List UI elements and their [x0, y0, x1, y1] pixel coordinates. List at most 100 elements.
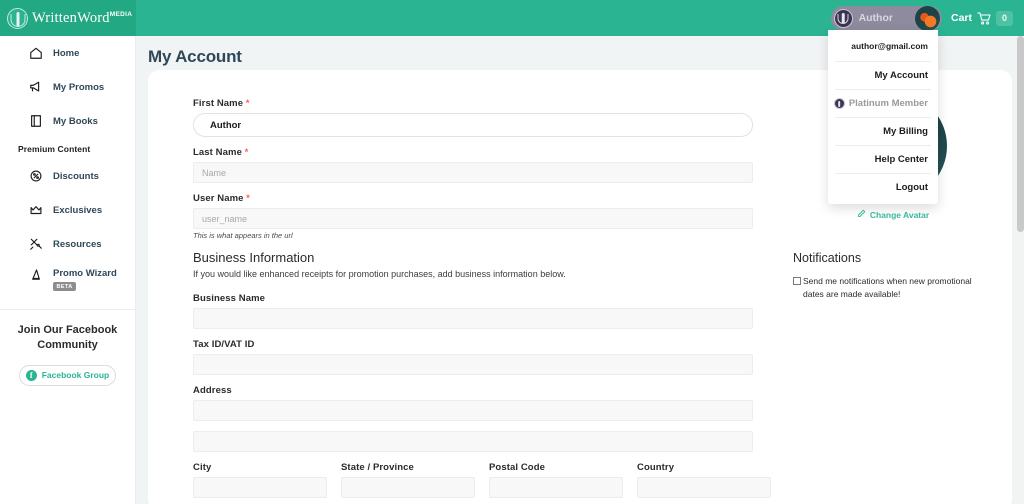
book-icon [29, 114, 43, 128]
state-label: State / Province [341, 462, 414, 473]
first-name-field: First Name * Author [193, 98, 753, 137]
divider [835, 173, 931, 174]
facebook-icon: f [25, 369, 37, 381]
user-dropdown-menu: author@gmail.com My Account Platinum Mem… [828, 30, 938, 204]
user-name-field: User Name * user_name This is what appea… [193, 193, 753, 240]
sidebar-section-premium-content: Premium Content [18, 144, 91, 154]
city-label: City [193, 462, 212, 473]
notifications-option[interactable]: Send me notifications when new promotion… [793, 275, 993, 301]
member-badge-icon [833, 98, 845, 109]
sidebar-item-home[interactable]: Home [0, 36, 135, 70]
last-name-label: Last Name * [193, 147, 249, 158]
sidebar-item-my-promos[interactable]: My Promos [0, 70, 135, 104]
shopping-cart-icon [977, 11, 991, 25]
cart-count-badge: 0 [996, 10, 1013, 26]
tax-id-label: Tax ID/VAT ID [193, 339, 255, 350]
dropdown-platinum-label: Platinum Member [848, 98, 928, 109]
app-root: WrittenWordMEDIA Author Cart 0 author@gm… [0, 0, 1024, 504]
dropdown-item-my-billing[interactable]: My Billing [828, 121, 938, 142]
wizard-hat-icon [29, 268, 43, 282]
country-label: Country [637, 462, 675, 473]
sidebar-item-label: Discounts [53, 170, 99, 182]
divider [835, 117, 931, 118]
first-name-input[interactable]: Author [193, 113, 753, 137]
address-field: Address [193, 385, 753, 452]
state-input[interactable] [341, 477, 475, 498]
scrollbar-thumb[interactable] [1017, 36, 1024, 232]
dropdown-item-platinum-member: Platinum Member [828, 93, 938, 114]
page-scrollbar[interactable] [1017, 36, 1024, 504]
sidebar-item-resources[interactable]: Resources [0, 227, 135, 261]
change-avatar-button[interactable]: Change Avatar [793, 209, 993, 220]
last-name-field: Last Name * Name [193, 147, 753, 183]
required-marker: * [245, 98, 250, 108]
country-field: Country [637, 462, 771, 498]
user-name-label: Author [858, 12, 893, 24]
tax-id-input[interactable] [193, 354, 753, 375]
user-name-label: User Name * [193, 193, 250, 204]
sidebar-item-exclusives[interactable]: Exclusives [0, 193, 135, 227]
megaphone-icon [29, 80, 43, 94]
address-row: City State / Province Postal Code Countr… [193, 462, 771, 498]
sidebar-item-label: My Books [53, 115, 98, 127]
country-input[interactable] [637, 477, 771, 498]
home-icon [29, 46, 43, 60]
sidebar-item-discounts[interactable]: Discounts [0, 159, 135, 193]
account-form: First Name * Author Last Name * Name Use… [193, 98, 771, 504]
quill-emblem-icon [7, 7, 28, 29]
facebook-group-label: Facebook Group [41, 370, 110, 381]
notifications-checkbox[interactable] [793, 277, 801, 285]
divider [835, 61, 931, 62]
required-marker: * [244, 147, 249, 157]
divider [835, 89, 931, 90]
sidebar-item-label: Resources [53, 238, 102, 250]
user-name-hint: This is what appears in the url [193, 231, 293, 240]
sidebar-item-promo-wizard[interactable]: Promo Wizard BETA [0, 261, 135, 301]
business-information-title: Business Information [193, 250, 315, 265]
business-name-field: Business Name [193, 293, 753, 329]
tools-icon [29, 237, 43, 251]
user-name-input[interactable]: user_name [193, 208, 753, 229]
sidebar: Home My Promos My Books Premium Content … [0, 36, 136, 504]
brand-logo[interactable]: WrittenWordMEDIA [0, 0, 136, 36]
brand-sup: MEDIA [109, 10, 133, 18]
dropdown-email: author@gmail.com [851, 41, 928, 51]
sidebar-item-label: My Promos [53, 81, 105, 93]
postal-code-input[interactable] [489, 477, 623, 498]
sidebar-item-label: Exclusives [53, 204, 103, 216]
pencil-icon [857, 209, 866, 220]
address-line1-input[interactable] [193, 400, 753, 421]
business-information-desc: If you would like enhanced receipts for … [193, 269, 566, 279]
discount-tag-icon [29, 169, 43, 183]
city-input[interactable] [193, 477, 327, 498]
city-field: City [193, 462, 327, 498]
business-name-input[interactable] [193, 308, 753, 329]
required-marker: * [246, 193, 250, 203]
address-label: Address [193, 385, 232, 396]
last-name-input[interactable]: Name [193, 162, 753, 183]
user-menu-trigger[interactable]: Author [830, 5, 942, 31]
dropdown-item-help-center[interactable]: Help Center [828, 149, 938, 170]
dropdown-item-logout[interactable]: Logout [828, 177, 938, 198]
facebook-group-button[interactable]: f Facebook Group [19, 364, 116, 386]
cart-button[interactable]: Cart 0 [950, 10, 1013, 26]
tax-id-field: Tax ID/VAT ID [193, 339, 753, 375]
change-avatar-label: Change Avatar [869, 209, 930, 220]
dropdown-item-my-account[interactable]: My Account [828, 65, 938, 86]
notifications-label: Send me notifications when new promotion… [803, 276, 972, 299]
business-name-label: Business Name [193, 293, 266, 304]
sidebar-item-label: Home [53, 47, 80, 59]
beta-badge: BETA [53, 282, 77, 291]
crown-icon [29, 203, 43, 217]
avatar[interactable] [914, 5, 940, 31]
facebook-community-title: Join Our Facebook Community [17, 324, 118, 351]
state-field: State / Province [341, 462, 475, 498]
address-line2-input[interactable] [193, 431, 753, 452]
member-badge-icon [833, 8, 853, 28]
sidebar-item-my-books[interactable]: My Books [0, 104, 135, 138]
notifications-title: Notifications [793, 251, 862, 265]
sidebar-item-label: Promo Wizard [53, 268, 117, 279]
divider [835, 145, 931, 146]
cart-label: Cart [950, 12, 972, 24]
brand-name: WrittenWordMEDIA [32, 9, 133, 26]
